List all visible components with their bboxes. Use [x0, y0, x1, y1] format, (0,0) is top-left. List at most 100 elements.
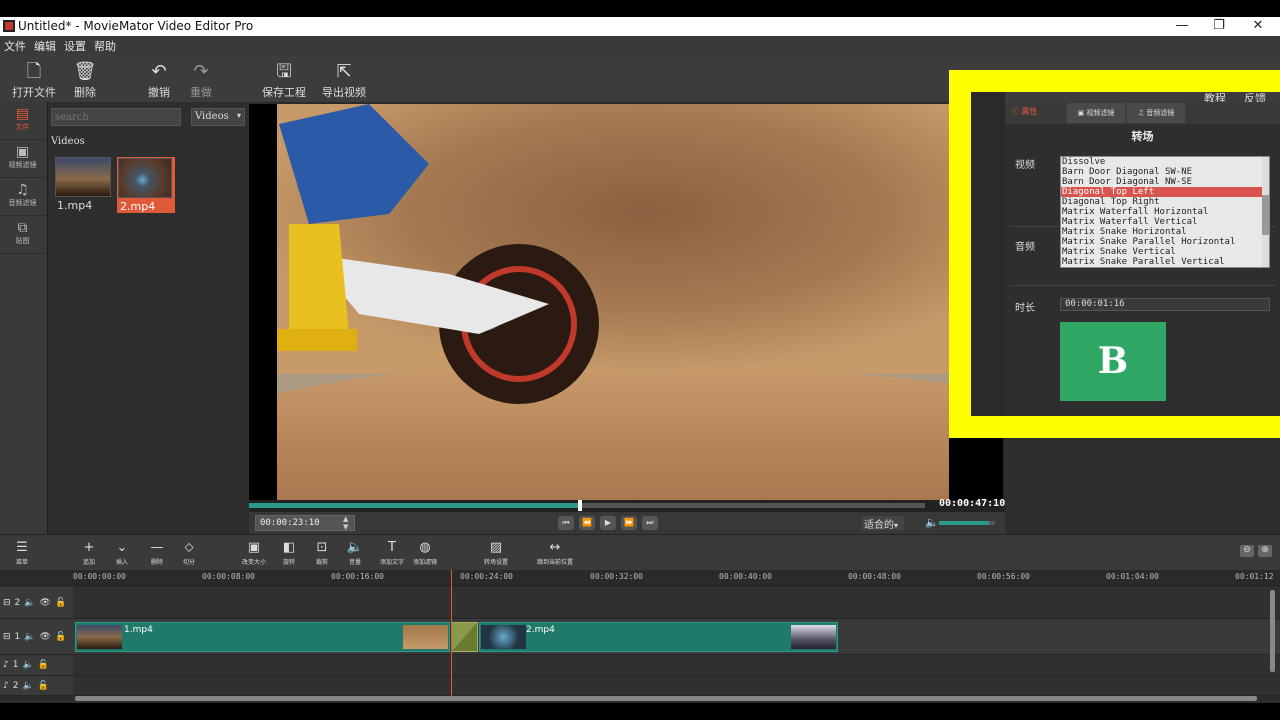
media-clip-selected[interactable]: 2.mp4: [117, 157, 175, 213]
lock-icon[interactable]: 🔓: [55, 632, 66, 642]
tool-label: 旋转: [282, 559, 295, 566]
timeline-clip-2[interactable]: 2.mp4: [479, 622, 838, 652]
media-clip[interactable]: 1.mp4: [55, 157, 111, 212]
media-filter-select[interactable]: Videos ▾: [191, 108, 245, 126]
skip-start-button[interactable]: ⏮: [558, 516, 574, 530]
mute-icon[interactable]: 🔈: [22, 681, 33, 691]
delete-button[interactable]: 🗑 删除: [70, 62, 100, 100]
lock-icon[interactable]: 🔓: [38, 660, 49, 670]
clip-start-thumbnail: [77, 625, 122, 649]
search-input[interactable]: [51, 108, 181, 126]
jump-to-current-tool-button[interactable]: ↔ 跳到当前位置: [535, 540, 575, 567]
transition-block[interactable]: [451, 622, 478, 652]
open-file-button[interactable]: 🗋 打开文件: [12, 62, 56, 100]
zoom-select[interactable]: 适合的▾: [862, 516, 904, 531]
files-icon: ▤: [15, 106, 30, 122]
transition-diagonal-icon: [452, 623, 477, 651]
crop-tool-button[interactable]: ⊡ 裁剪: [310, 541, 334, 567]
progress-fill: [249, 503, 581, 508]
ruler-tick-label: 00:00:48:00: [848, 572, 901, 581]
play-icon: ▶: [604, 518, 612, 527]
audio-track-icon: ♪: [3, 680, 9, 691]
track-header: ⊟ 1 🔈 👁 🔓: [0, 619, 73, 654]
volume-icon[interactable]: 🔈: [925, 516, 939, 529]
nav-files[interactable]: ▤ 文件: [0, 102, 45, 140]
progress-handle[interactable]: [578, 500, 583, 511]
menu-tool-button[interactable]: ☰ 菜单: [10, 541, 34, 567]
save-project-button[interactable]: 🖫 保存工程: [262, 62, 306, 100]
insert-tool-button[interactable]: ⌄ 插入: [110, 541, 134, 567]
add-filter-tool-button[interactable]: ◍ 添加滤镜: [405, 541, 445, 567]
track-audio-1: ♪ 1 🔈 🔓: [0, 655, 1280, 676]
timeline-clip-1[interactable]: 1.mp4: [75, 622, 450, 652]
redo-button[interactable]: ↷ 重做: [186, 62, 216, 100]
eye-icon[interactable]: 👁: [40, 632, 51, 642]
app-icon: [3, 20, 15, 32]
timeline-horizontal-scrollbar[interactable]: [75, 696, 1257, 701]
resize-tool-button[interactable]: ▣ 改变大小: [242, 541, 266, 567]
skip-end-button[interactable]: ⏭: [642, 516, 658, 530]
lock-icon[interactable]: 🔓: [55, 598, 66, 608]
undo-button[interactable]: ↶ 撤销: [144, 62, 174, 100]
volume-slider[interactable]: [939, 521, 995, 525]
video-frame: [249, 104, 949, 500]
mute-icon[interactable]: 🔈: [24, 598, 35, 608]
media-panel: Videos▾ Videos 1.mp4 2.mp4: [47, 102, 249, 534]
nav-audio-filters[interactable]: ♫ 音频滤镜: [0, 178, 45, 216]
play-button[interactable]: ▶: [600, 516, 616, 530]
mute-icon[interactable]: 🔈: [22, 660, 33, 670]
time-spinner-icon[interactable]: ▲ ▼: [343, 515, 348, 531]
ruler-tick-label: 00:00:56:00: [977, 572, 1030, 581]
lock-icon[interactable]: 🔓: [38, 681, 49, 691]
remove-tool-button[interactable]: — 删除: [145, 540, 169, 567]
video-player: 00:00:47:10 00:00:23:10 ▲ ▼ ⏮ ⏪ ▶ ⏩ ⏭ 适合的…: [249, 102, 1005, 534]
clip-end-thumbnail: [403, 625, 448, 649]
menu-file[interactable]: 文件: [0, 36, 30, 56]
open-file-icon: 🗋: [26, 61, 42, 82]
close-button[interactable]: ✕: [1248, 18, 1268, 33]
append-icon: +: [83, 540, 95, 555]
screen-top-bar: [0, 0, 1280, 17]
playback-progress[interactable]: 00:00:47:10: [249, 498, 1005, 512]
zoom-out-button[interactable]: ⊖: [1240, 545, 1254, 557]
eye-icon[interactable]: 👁: [40, 598, 51, 608]
playhead[interactable]: [451, 570, 452, 696]
maximize-button[interactable]: ❐: [1209, 18, 1229, 33]
save-icon: 🖫: [276, 61, 292, 82]
redo-icon: ↷: [193, 61, 209, 82]
volume-tool-button[interactable]: 🔈 音量: [343, 540, 367, 567]
ruler-tick-label: 00:01:04:00: [1106, 572, 1159, 581]
rotate-icon: ◧: [282, 540, 296, 555]
menu-edit[interactable]: 编辑: [30, 36, 60, 56]
remove-icon: —: [150, 540, 164, 555]
track-header: ♪ 1 🔈 🔓: [0, 655, 73, 675]
rotate-tool-button[interactable]: ◧ 旋转: [277, 540, 301, 567]
minimize-button[interactable]: —: [1172, 18, 1192, 33]
transition-settings-tool-button[interactable]: ▨ 转场设置: [476, 541, 516, 567]
zoom-in-button[interactable]: ⊕: [1258, 545, 1272, 557]
menu-help[interactable]: 帮助: [90, 36, 120, 56]
fast-forward-button[interactable]: ⏩: [621, 516, 637, 530]
mute-icon[interactable]: 🔈: [24, 632, 35, 642]
window-title: Untitled* - MovieMator Video Editor Pro: [18, 19, 254, 33]
nav-stickers[interactable]: ⧉ 贴图: [0, 216, 45, 254]
track-video-2: ⊟ 2 🔈 👁 🔓: [0, 587, 1280, 619]
volume-icon: 🔈: [346, 540, 364, 555]
left-navigation: ▤ 文件 ▣ 视频滤镜 ♫ 音频滤镜 ⧉ 贴图: [0, 102, 47, 534]
nav-video-filters[interactable]: ▣ 视频滤镜: [0, 140, 45, 178]
timeline-vertical-scrollbar[interactable]: [1270, 590, 1275, 672]
split-tool-button[interactable]: ⬦ 切分: [177, 541, 201, 567]
fast-forward-icon: ⏩: [624, 518, 634, 527]
ruler-tick-label: 00:00:24:00: [460, 572, 513, 581]
jump-to-current-icon: ↔: [549, 540, 561, 555]
video-preview[interactable]: [249, 104, 976, 500]
tool-label: 裁剪: [315, 559, 328, 566]
timeline-ruler[interactable]: 00:00:00:00 00:00:08:00 00:00:16:00 00:00:2…: [0, 570, 1280, 586]
menu-settings[interactable]: 设置: [60, 36, 90, 56]
append-tool-button[interactable]: + 追加: [77, 540, 101, 567]
rewind-button[interactable]: ⏪: [579, 516, 595, 530]
clip-end-thumbnail: [791, 625, 836, 649]
export-video-button[interactable]: ⇱ 导出视频: [322, 62, 366, 100]
timeline-toolbar: ☰ 菜单 + 追加 ⌄ 插入 — 删除 ⬦ 切分 ▣ 改变大小 ◧ 旋转 ⊡ 裁剪 🔈 音量 T 添加文字 ◍ 添加滤镜 ▨…: [0, 534, 1280, 570]
current-time-input[interactable]: 00:00:23:10: [255, 515, 355, 531]
